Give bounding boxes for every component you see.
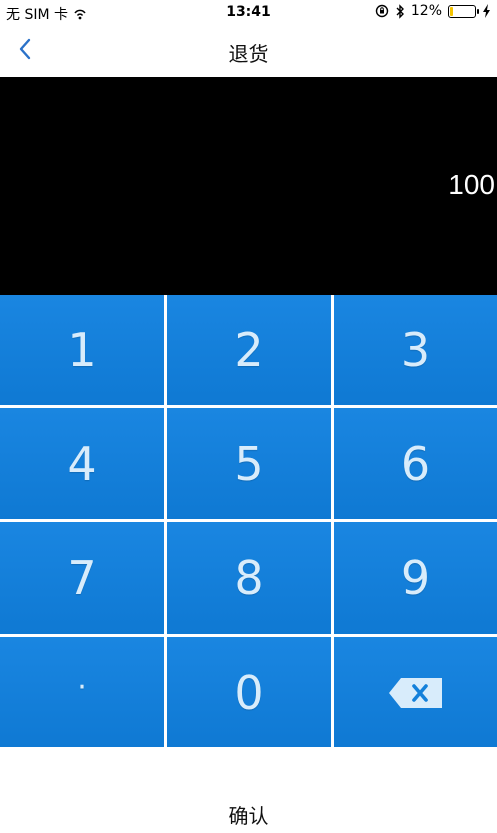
confirm-button[interactable]: 确认	[0, 747, 497, 833]
key-7[interactable]: 7	[0, 522, 164, 634]
key-decimal[interactable]: ·	[0, 637, 164, 748]
battery-percent: 12%	[410, 3, 442, 19]
battery-icon	[448, 4, 479, 18]
backspace-icon	[388, 677, 442, 708]
key-9[interactable]: 9	[334, 522, 497, 634]
bluetooth-icon	[396, 3, 404, 19]
key-8[interactable]: 8	[167, 522, 331, 634]
key-3[interactable]: 3	[334, 295, 497, 405]
confirm-label: 确认	[228, 803, 269, 828]
key-6[interactable]: 6	[334, 408, 497, 519]
key-backspace[interactable]	[334, 637, 497, 748]
orientation-lock-icon	[375, 4, 389, 18]
key-2[interactable]: 2	[167, 295, 331, 405]
key-4[interactable]: 4	[0, 408, 164, 519]
numeric-keypad: 1 2 3 4 5 6 7 8 9 · 0	[0, 295, 497, 748]
key-5[interactable]: 5	[167, 408, 331, 519]
status-bar: 无 SIM 卡 13:41 12%	[0, 0, 497, 26]
nav-bar: 退货	[0, 26, 497, 77]
battery-fill	[450, 6, 453, 16]
charging-icon	[483, 4, 490, 18]
status-right: 12%	[375, 3, 491, 19]
amount-display: 100	[0, 77, 497, 295]
page-title: 退货	[228, 42, 269, 66]
key-1[interactable]: 1	[0, 295, 164, 405]
display-value: 100	[448, 169, 495, 200]
key-0[interactable]: 0	[167, 637, 331, 748]
